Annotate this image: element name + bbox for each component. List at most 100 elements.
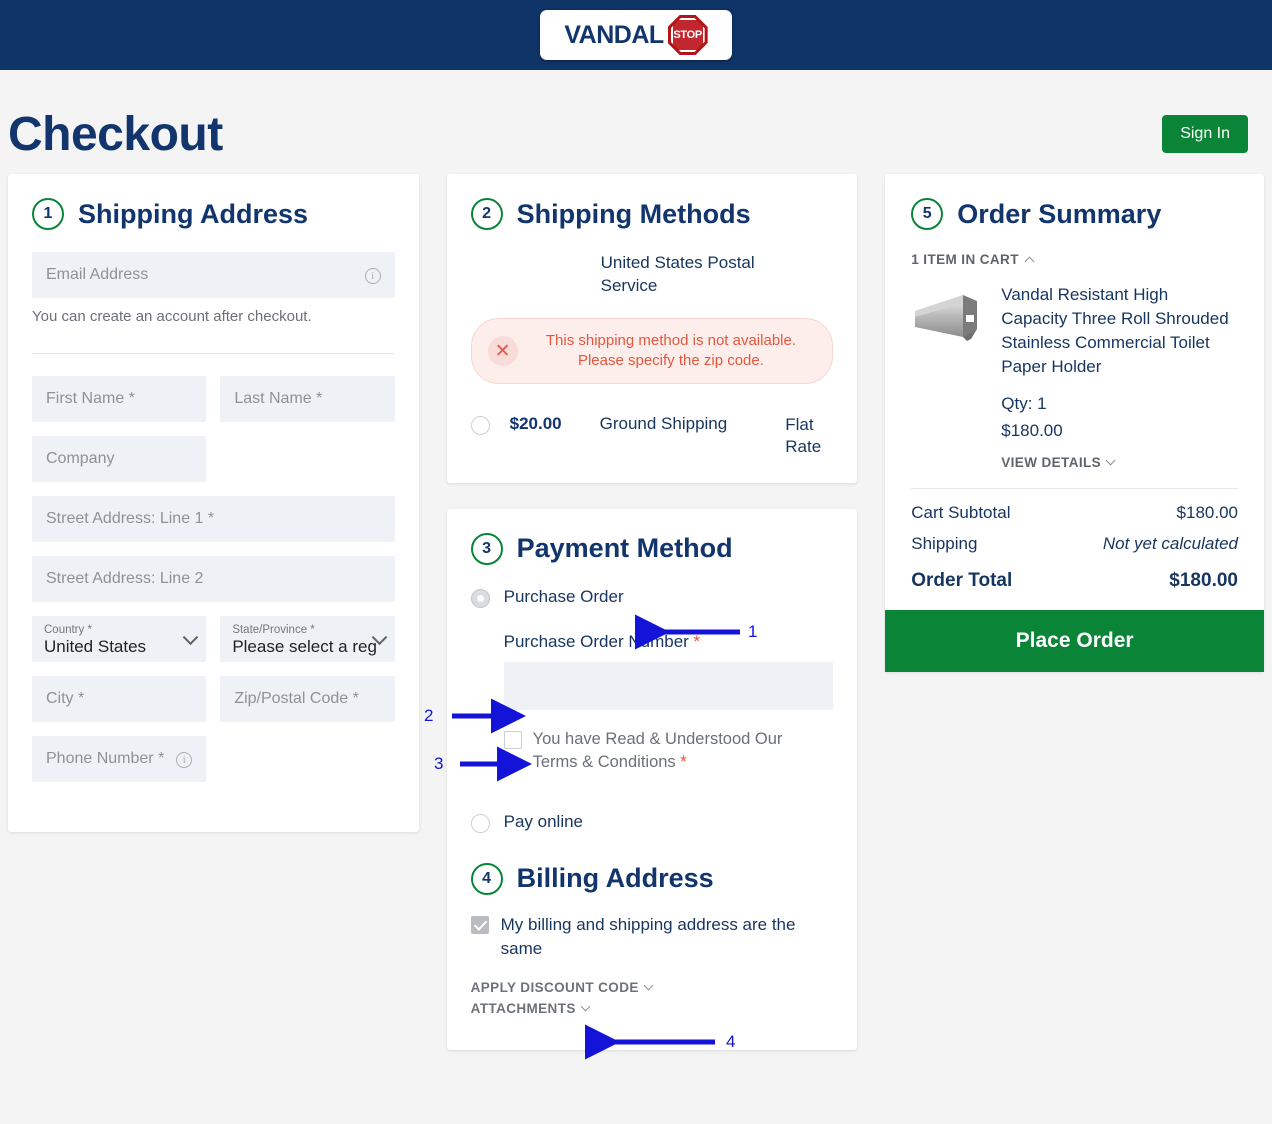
error-line-1: This shipping method is not available. — [545, 331, 797, 349]
order-summary-title: Order Summary — [957, 198, 1162, 229]
shipping-total-value: Not yet calculated — [1102, 533, 1238, 553]
country-state-row: Country * United States State/Province *… — [32, 616, 395, 662]
street-line-1-field[interactable]: Street Address: Line 1 * — [32, 496, 395, 542]
name-row: First Name * Last Name * — [32, 376, 395, 422]
apply-discount-code-toggle[interactable]: APPLY DISCOUNT CODE — [471, 980, 834, 995]
site-logo[interactable]: VANDAL STOP — [540, 10, 732, 60]
company-field[interactable]: Company — [32, 436, 207, 482]
checkout-columns: 1 Shipping Address Email Address i You c… — [0, 174, 1272, 1076]
product-price: $180.00 — [1001, 420, 1063, 440]
email-field[interactable]: Email Address i — [32, 252, 395, 298]
form-divider — [32, 353, 395, 354]
error-x-icon: ✕ — [487, 336, 518, 367]
order-total-value: $180.00 — [1169, 569, 1238, 591]
product-qty: Qty: 1 — [1001, 393, 1047, 413]
shipping-method-row[interactable]: $20.00 Ground Shipping Flat Rate — [470, 414, 834, 458]
place-order-wrap: Place Order — [885, 609, 1264, 672]
payment-method-heading: 3 Payment Method — [470, 532, 834, 565]
city-placeholder: City * — [46, 690, 85, 707]
shipping-methods-card: 2 Shipping Methods United States Postal … — [446, 174, 858, 483]
payment-billing-card: 3 Payment Method Purchase Order Purchase… — [446, 508, 858, 1051]
billing-address-title: Billing Address — [516, 863, 714, 894]
product-name[interactable]: Vandal Resistant High Capacity Three Rol… — [1001, 283, 1238, 380]
pay-online-option[interactable]: Pay online — [470, 812, 834, 833]
logo-wordmark: VANDAL — [564, 20, 664, 49]
purchase-order-option[interactable]: Purchase Order — [470, 587, 834, 608]
street-line-2-field[interactable]: Street Address: Line 2 — [32, 556, 395, 602]
step-badge-5: 5 — [911, 198, 944, 230]
po-number-input[interactable] — [503, 661, 834, 710]
cart-count-label: 1 ITEM IN CART — [911, 252, 1019, 267]
shipping-address-title: Shipping Address — [78, 198, 309, 229]
chevron-down-icon — [643, 980, 654, 991]
city-field[interactable]: City * — [32, 676, 207, 722]
shipping-error-message: ✕ This shipping method is not available.… — [470, 317, 834, 385]
po-number-label: Purchase Order Number * — [504, 632, 834, 652]
place-order-button[interactable]: Place Order — [885, 609, 1264, 672]
order-summary-column: 5 Order Summary 1 ITEM IN CART Vandal Re… — [885, 174, 1264, 698]
terms-checkbox[interactable] — [503, 730, 522, 749]
annotation-number-3: 3 — [434, 754, 444, 773]
pay-online-label: Pay online — [503, 812, 584, 832]
chevron-down-icon — [1105, 455, 1116, 465]
stop-sign-icon: STOP — [667, 15, 708, 55]
country-select[interactable]: Country * United States — [32, 616, 207, 662]
email-info-icon[interactable]: i — [364, 266, 381, 284]
annotation-number-1: 1 — [748, 622, 758, 641]
city-zip-row: City * Zip/Postal Code * — [32, 676, 395, 722]
last-name-field[interactable]: Last Name * — [220, 376, 395, 422]
state-label: State/Province * — [232, 624, 315, 637]
state-select[interactable]: State/Province * Please select a reg — [220, 616, 395, 662]
apply-discount-code-label: APPLY DISCOUNT CODE — [470, 980, 639, 996]
step-badge-4: 4 — [470, 862, 503, 895]
terms-required-mark: * — [680, 752, 687, 771]
billing-same-row[interactable]: My billing and shipping address are the … — [470, 913, 834, 962]
cart-line-item: Vandal Resistant High Capacity Three Rol… — [911, 283, 1238, 470]
last-name-placeholder: Last Name * — [234, 390, 323, 407]
po-required-mark: * — [693, 631, 701, 651]
terms-row[interactable]: You have Read & Understood Our Terms & C… — [503, 728, 834, 774]
page-title-row: Checkout Sign In — [0, 70, 1272, 174]
zip-field[interactable]: Zip/Postal Code * — [220, 676, 395, 722]
order-totals: Cart Subtotal $180.00 Shipping Not yet c… — [911, 487, 1238, 592]
order-total-row: Order Total $180.00 — [911, 570, 1238, 592]
billing-same-checkbox[interactable] — [470, 915, 489, 934]
cart-count-toggle[interactable]: 1 ITEM IN CART — [911, 252, 1238, 267]
street-line-1-placeholder: Street Address: Line 1 * — [46, 510, 215, 527]
purchase-order-radio[interactable] — [470, 588, 490, 608]
step-badge-2: 2 — [470, 198, 503, 230]
shipping-error-text: This shipping method is not available. P… — [532, 331, 811, 372]
subtotal-value: $180.00 — [1176, 502, 1238, 522]
company-placeholder: Company — [46, 450, 115, 467]
ground-shipping-price: $20.00 — [509, 414, 562, 434]
shipping-payment-column: 2 Shipping Methods United States Postal … — [446, 174, 858, 1076]
email-placeholder: Email Address — [46, 266, 149, 283]
sign-in-button[interactable]: Sign In — [1162, 115, 1248, 153]
chevron-down-icon — [580, 1001, 591, 1012]
ground-shipping-name: Ground Shipping — [599, 414, 728, 434]
pay-online-radio[interactable] — [470, 813, 490, 833]
payment-method-title: Payment Method — [516, 533, 733, 564]
country-value: United States — [44, 637, 147, 657]
shipping-address-heading: 1 Shipping Address — [32, 198, 395, 230]
annotation-number-2: 2 — [424, 706, 434, 725]
first-name-field[interactable]: First Name * — [32, 376, 207, 422]
po-number-label-text: Purchase Order Number — [503, 631, 689, 651]
view-details-toggle[interactable]: VIEW DETAILS — [1001, 455, 1238, 470]
phone-info-icon[interactable]: i — [176, 750, 193, 768]
phone-field[interactable]: Phone Number * i — [32, 736, 207, 782]
shipping-methods-heading: 2 Shipping Methods — [470, 198, 834, 230]
purchase-order-label: Purchase Order — [503, 587, 624, 607]
attachments-toggle[interactable]: ATTACHMENTS — [471, 1001, 834, 1016]
terms-label: You have Read & Understood Our Terms & C… — [533, 728, 803, 774]
ground-shipping-radio[interactable] — [470, 416, 490, 436]
country-label: Country * — [44, 624, 92, 637]
shipping-address-column: 1 Shipping Address Email Address i You c… — [8, 174, 419, 858]
shipping-address-card: 1 Shipping Address Email Address i You c… — [8, 174, 419, 832]
step-badge-3: 3 — [470, 532, 503, 565]
billing-address-heading: 4 Billing Address — [470, 862, 834, 895]
phone-placeholder: Phone Number * — [46, 750, 165, 767]
first-name-placeholder: First Name * — [46, 390, 135, 407]
product-thumbnail — [911, 289, 985, 349]
zip-placeholder: Zip/Postal Code * — [234, 690, 359, 707]
